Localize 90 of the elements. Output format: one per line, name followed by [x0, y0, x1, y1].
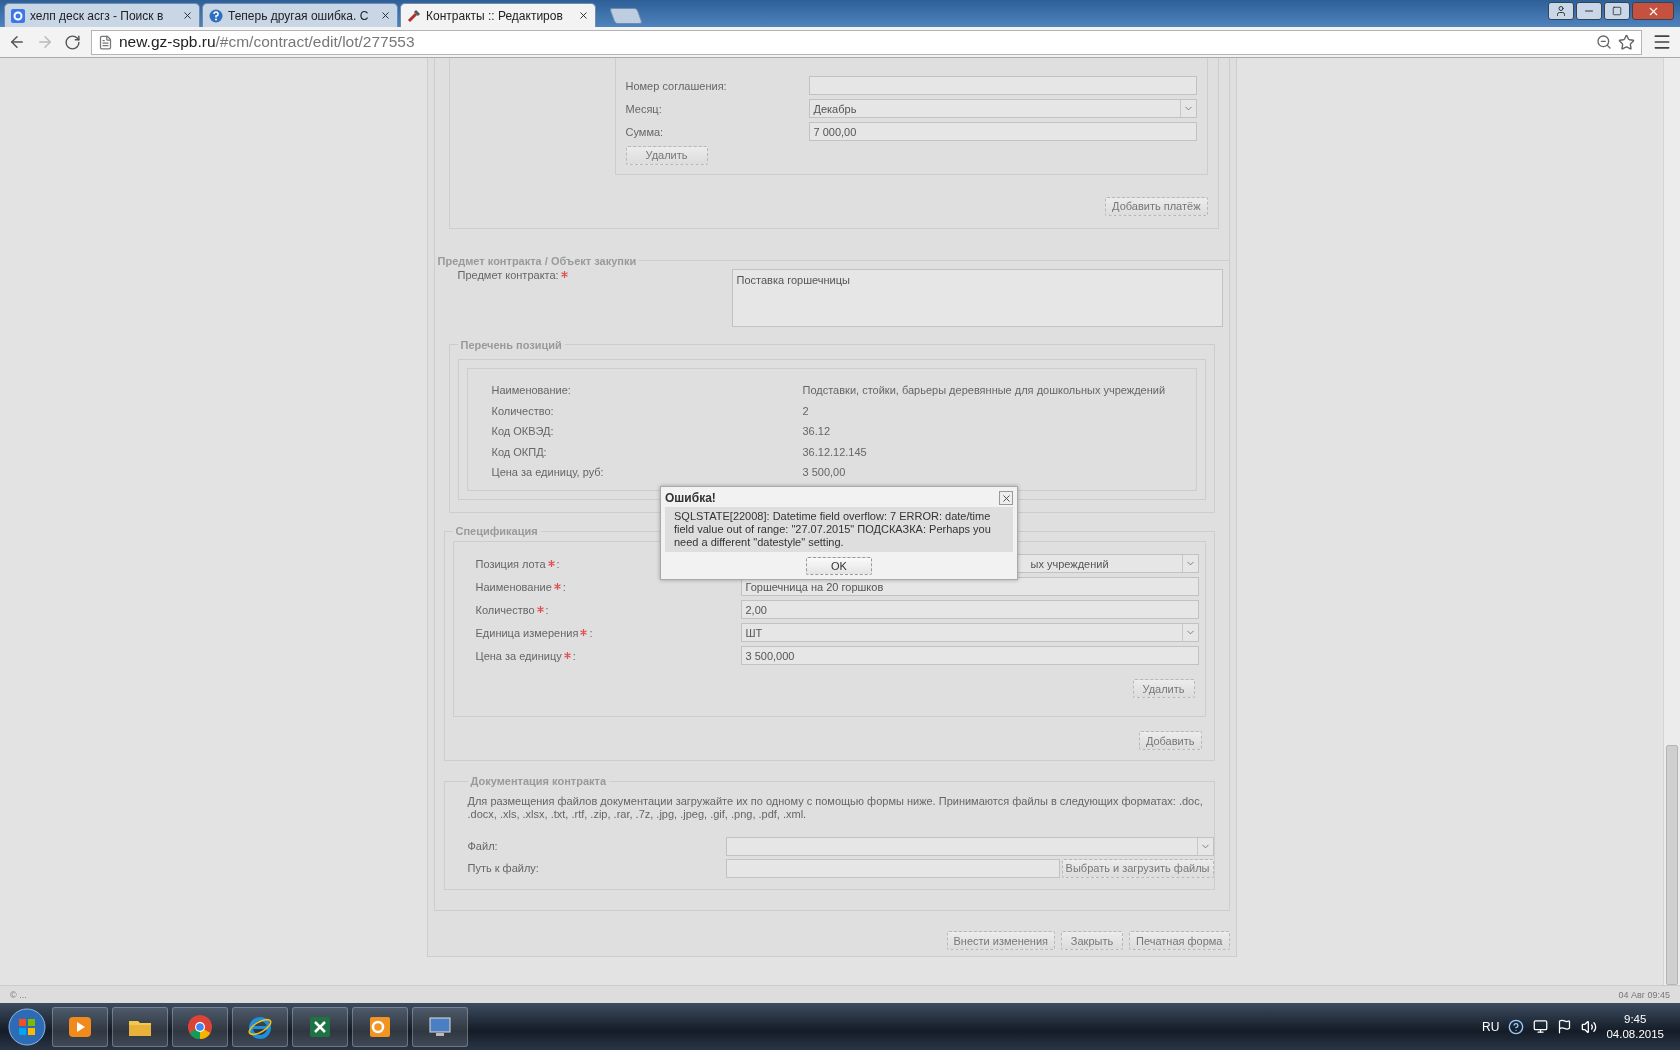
browser-tab[interactable]: Теперь другая ошибка. С [202, 3, 398, 27]
upload-button[interactable]: Выбрать и загрузить файлы [1061, 858, 1214, 878]
select-field[interactable] [725, 836, 1214, 856]
speaker-icon[interactable] [1581, 1018, 1598, 1035]
delete-button[interactable]: Удалить [625, 145, 708, 165]
field-label: Количество: [491, 404, 555, 417]
close-button[interactable] [1632, 2, 1674, 20]
reload-icon[interactable] [64, 33, 81, 51]
monitor-icon[interactable] [1533, 1019, 1549, 1034]
maximize-button[interactable] [1604, 2, 1630, 20]
section-title: Перечень позиций [459, 338, 563, 351]
status-text: © ... [10, 989, 27, 1000]
input-field[interactable]: 2,00 [740, 600, 1199, 619]
menu-icon[interactable] [1652, 32, 1672, 52]
maximize-icon [1612, 6, 1622, 16]
back-icon[interactable] [8, 33, 26, 51]
input-field[interactable]: 7 000,00 [808, 122, 1197, 141]
field-label: Позиция лота : [475, 557, 561, 570]
language-indicator[interactable]: RU [1482, 1019, 1500, 1034]
add-button[interactable]: Добавить [1138, 731, 1202, 750]
close-icon[interactable] [380, 10, 391, 21]
new-tab-button[interactable] [609, 8, 643, 24]
taskbar-app[interactable] [232, 1006, 288, 1047]
taskbar-app[interactable] [292, 1006, 348, 1047]
url-text: new.gz-spb.ru/#cm/contract/edit/lot/277553 [119, 33, 415, 51]
field-label: Месяц: [625, 102, 663, 115]
user-button[interactable] [1548, 2, 1574, 20]
section-title: Спецификация [454, 525, 539, 537]
taskbar-app[interactable] [352, 1006, 408, 1047]
user-icon [1555, 5, 1567, 17]
tools-icon [407, 8, 421, 23]
section-title: Документация контракта [469, 775, 608, 787]
dialog-title: Ошибка! [665, 491, 716, 505]
field-label: Наименование : [475, 580, 567, 593]
input-field[interactable] [725, 858, 1060, 878]
error-message: SQLSTATE[22008]: Datetime field overflow: 7 ERROR: date/time field value out of range: "27.07.2015" ПОДСКАЗКА: Perhaps you need a different "datestyle" setting. [665, 507, 1013, 552]
status-time: 04 Авг 09:45 [1618, 989, 1670, 1000]
text-area[interactable]: Поставка горшечницы [731, 268, 1223, 327]
taskbar-app[interactable] [172, 1006, 228, 1047]
input-field[interactable]: 3 500,000 [740, 646, 1199, 665]
action-button[interactable]: Печатная форма [1129, 931, 1230, 950]
field-label: Предмет контракта: [457, 268, 732, 281]
section-title: Предмет контракта / Объект закупки [436, 254, 638, 267]
browser-tab[interactable]: Контракты :: Редактиров [400, 3, 596, 27]
browser-tab[interactable]: хелп деск асгз - Поиск в [4, 3, 200, 27]
help-icon[interactable] [1508, 1018, 1525, 1035]
input-field[interactable] [808, 76, 1197, 95]
field-label: Цена за единицу, руб: [491, 466, 605, 479]
action-button[interactable]: Закрыть [1061, 931, 1123, 950]
page-icon [98, 34, 113, 50]
field-label: Наименование: [491, 384, 572, 397]
field-value: 36.12.12.145 [802, 445, 868, 458]
minimize-button[interactable] [1576, 2, 1602, 20]
start-button[interactable] [6, 1005, 48, 1048]
field-value: 2 [802, 404, 810, 417]
select-field[interactable]: ШТ [740, 623, 1199, 642]
field-label: Количество : [475, 603, 550, 616]
zoom-icon[interactable] [1596, 34, 1612, 50]
taskbar-app[interactable] [412, 1006, 468, 1047]
flag-icon[interactable] [1557, 1019, 1573, 1034]
letter-g-icon [11, 8, 25, 23]
address-bar[interactable]: new.gz-spb.ru/#cm/contract/edit/lot/277553 [91, 29, 1642, 55]
field-label: Файл: [467, 840, 499, 852]
ok-button[interactable]: OK [806, 557, 872, 575]
close-icon[interactable] [578, 10, 589, 21]
bookmark-star-icon[interactable] [1618, 33, 1635, 51]
field-label: Код ОКПД: [491, 445, 548, 458]
field-label: Код ОКВЭД: [491, 425, 555, 438]
field-value: 36.12 [802, 425, 832, 438]
clock[interactable]: 9:45 04.08.2015 [1606, 1011, 1674, 1042]
field-label: Единица измерения : [475, 626, 594, 639]
scrollbar[interactable] [1663, 58, 1680, 985]
field-value: Подставки, стойки, барьеры деревянные для дошкольных учреждений [802, 384, 1167, 397]
close-icon[interactable] [182, 10, 193, 21]
taskbar-app[interactable] [112, 1006, 168, 1047]
field-label: Путь к файлу: [467, 862, 540, 874]
chrome-icon [187, 1013, 213, 1040]
field-label: Номер соглашения: [625, 79, 728, 92]
delete-button[interactable]: Удалить [1132, 679, 1195, 698]
taskbar-app[interactable] [52, 1006, 108, 1047]
field-label: Цена за единицу : [475, 649, 577, 662]
close-button[interactable] [999, 491, 1013, 505]
field-value: 3 500,00 [802, 466, 847, 479]
select-field[interactable]: Декабрь [808, 99, 1197, 118]
add-payment-button[interactable]: Добавить платёж [1105, 196, 1208, 216]
close-icon [1000, 492, 1012, 504]
action-button[interactable]: Внести изменения [946, 931, 1055, 950]
help-text: Для размещения файлов документации загружайте их по одному с помощью формы ниже. Принимаются файлы в следующих форматах: .doc, .docx, .xls, .xlsx, .txt, .rtf, .zip, .rar, .7z, .jpg, .jpeg, .gif, .png, .pdf, .xml. [467, 795, 1204, 821]
field-label: Сумма: [625, 125, 665, 138]
help-icon [209, 8, 223, 23]
